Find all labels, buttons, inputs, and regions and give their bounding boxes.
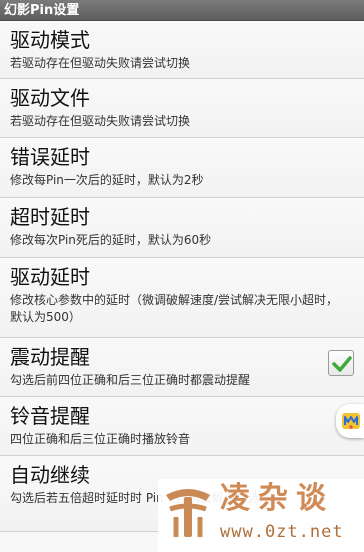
watermark-name: 凌杂谈 (220, 481, 334, 516)
setting-driver-file[interactable]: 驱动文件 若驱动存在但驱动失败请尝试切换 (0, 79, 364, 138)
vibrate-checkbox[interactable] (328, 350, 354, 376)
window-title: 幻影Pin设置 (4, 3, 80, 18)
setting-vibrate-alert[interactable]: 震动提醒 勾选后前四位正确和后三位正确时都震动提醒 (0, 338, 364, 397)
window-titlebar: 幻影Pin设置 (0, 0, 364, 21)
setting-summary: 勾选后前四位正确和后三位正确时都震动提醒 (10, 373, 251, 387)
setting-title: 驱动文件 (10, 86, 90, 110)
setting-summary: 若驱动存在但驱动失败请尝试切换 (10, 114, 191, 128)
settings-list[interactable]: 驱动模式 若驱动存在但驱动失败请尝试切换 驱动文件 若驱动存在但驱动失败请尝试切… (0, 21, 364, 552)
floating-assistant-icon (342, 413, 360, 429)
setting-title: 震动提醒 (10, 345, 90, 369)
setting-summary: 若驱动存在但驱动失败请尝试切换 (10, 56, 191, 70)
setting-driver-mode[interactable]: 驱动模式 若驱动存在但驱动失败请尝试切换 (0, 21, 364, 79)
setting-title: 超时延时 (10, 205, 90, 229)
setting-summary: 修改每次Pin死后的延时，默认为60秒 (10, 233, 212, 247)
setting-summary: 修改核心参数中的延时（微调破解速度/尝试解决无限小超时，默认为500） (10, 293, 339, 324)
setting-title: 驱动延时 (10, 265, 90, 289)
setting-ringtone-alert[interactable]: 铃音提醒 四位正确和后三位正确时播放铃音 (0, 397, 364, 456)
setting-summary: 修改每Pin一次后的延时，默认为2秒 (10, 173, 204, 187)
watermark-logo-icon (166, 489, 210, 537)
setting-summary: 四位正确和后三位正确时播放铃音 (10, 432, 191, 446)
setting-title: 错误延时 (10, 145, 90, 169)
watermark-url: www.0zt.net (220, 522, 344, 542)
floating-assistant-button[interactable] (336, 404, 364, 438)
setting-title: 驱动模式 (10, 28, 90, 52)
check-icon (332, 356, 352, 372)
setting-timeout-delay[interactable]: 超时延时 修改每次Pin死后的延时，默认为60秒 (0, 198, 364, 258)
setting-title: 铃音提醒 (10, 404, 90, 428)
watermark: 凌杂谈 www.0zt.net (158, 479, 364, 552)
setting-driver-delay[interactable]: 驱动延时 修改核心参数中的延时（微调破解速度/尝试解决无限小超时，默认为500） (0, 258, 364, 338)
setting-error-delay[interactable]: 错误延时 修改每Pin一次后的延时，默认为2秒 (0, 138, 364, 198)
